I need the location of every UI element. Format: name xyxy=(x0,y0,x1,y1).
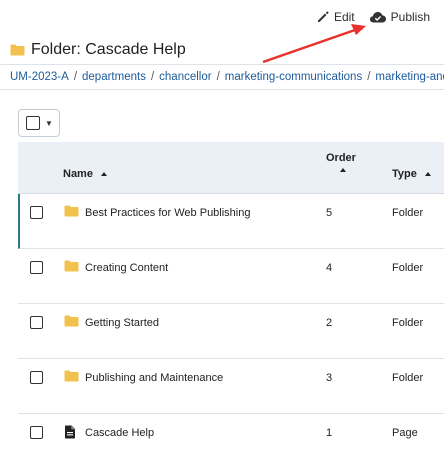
row-order: 2 xyxy=(326,317,333,329)
table-header: Name Order Type xyxy=(18,142,444,194)
row-type: Folder xyxy=(392,317,424,329)
table-row[interactable]: Creating Content 4 Folder xyxy=(18,249,444,304)
edit-button[interactable]: Edit xyxy=(316,10,355,24)
row-name-link[interactable]: Cascade Help xyxy=(85,427,154,439)
breadcrumb-item-chancellor[interactable]: chancellor xyxy=(159,71,211,83)
folder-icon xyxy=(64,370,79,382)
breadcrumb-item-departments[interactable]: departments xyxy=(82,71,146,83)
asset-table: Name Order Type Best Practices for Web P… xyxy=(18,142,444,468)
breadcrumb-item-site[interactable]: UM-2023-A xyxy=(10,71,69,83)
row-checkbox[interactable] xyxy=(30,261,43,274)
row-order: 4 xyxy=(326,262,333,274)
breadcrumb-separator: / xyxy=(150,71,155,83)
page-title: Folder: Cascade Help xyxy=(31,41,186,58)
sort-ascending-icon xyxy=(340,168,346,172)
table-row[interactable]: Cascade Help 1 Page xyxy=(18,414,444,468)
pencil-icon xyxy=(316,10,330,24)
page-icon xyxy=(64,425,76,439)
toolbar: Edit Publish xyxy=(316,10,430,24)
table-row[interactable]: Getting Started 2 Folder xyxy=(18,304,444,359)
breadcrumb-separator: / xyxy=(73,71,78,83)
publish-button[interactable]: Publish xyxy=(369,10,430,24)
bulk-select-dropdown[interactable]: ▼ xyxy=(18,109,60,137)
edit-label: Edit xyxy=(333,10,355,24)
row-order: 1 xyxy=(326,427,333,439)
publish-label: Publish xyxy=(390,10,430,24)
breadcrumb-separator: / xyxy=(367,71,371,83)
row-order: 5 xyxy=(326,207,333,219)
column-header-name[interactable]: Name xyxy=(63,168,107,180)
folder-icon xyxy=(10,44,25,56)
breadcrumb-item-marketing-and-b[interactable]: marketing-and-b xyxy=(375,71,444,83)
table-row[interactable]: Best Practices for Web Publishing 5 Fold… xyxy=(18,194,444,249)
row-type: Folder xyxy=(392,207,424,219)
folder-icon xyxy=(64,205,79,217)
column-header-type[interactable]: Type xyxy=(392,168,431,180)
row-checkbox[interactable] xyxy=(30,371,43,384)
column-header-type-label: Type xyxy=(392,168,417,180)
row-type: Folder xyxy=(392,262,424,274)
sort-ascending-icon xyxy=(424,172,431,176)
row-checkbox[interactable] xyxy=(30,316,43,329)
column-header-order-label: Order xyxy=(326,152,356,164)
row-name-link[interactable]: Getting Started xyxy=(85,317,159,329)
folder-icon xyxy=(64,260,79,272)
chevron-down-icon: ▼ xyxy=(45,118,53,128)
page-header: Folder: Cascade Help xyxy=(10,41,186,59)
row-name-link[interactable]: Best Practices for Web Publishing xyxy=(85,207,250,219)
folder-icon xyxy=(64,315,79,327)
table-row[interactable]: Publishing and Maintenance 3 Folder xyxy=(18,359,444,414)
breadcrumb-separator: / xyxy=(216,71,220,83)
column-header-name-label: Name xyxy=(63,168,93,180)
row-name-link[interactable]: Creating Content xyxy=(85,262,168,274)
row-type: Folder xyxy=(392,372,424,384)
cloud-check-icon xyxy=(369,10,387,24)
row-name-link[interactable]: Publishing and Maintenance xyxy=(85,372,223,384)
row-checkbox[interactable] xyxy=(30,206,43,219)
row-checkbox[interactable] xyxy=(30,426,43,439)
select-all-checkbox[interactable] xyxy=(26,116,40,130)
row-order: 3 xyxy=(326,372,333,384)
sort-ascending-icon xyxy=(100,172,107,176)
breadcrumb: UM-2023-A / departments / chancellor / m… xyxy=(0,64,444,90)
row-type: Page xyxy=(392,427,418,439)
column-header-order[interactable]: Order xyxy=(326,152,356,172)
breadcrumb-item-marketing-communications[interactable]: marketing-communications xyxy=(225,71,362,83)
